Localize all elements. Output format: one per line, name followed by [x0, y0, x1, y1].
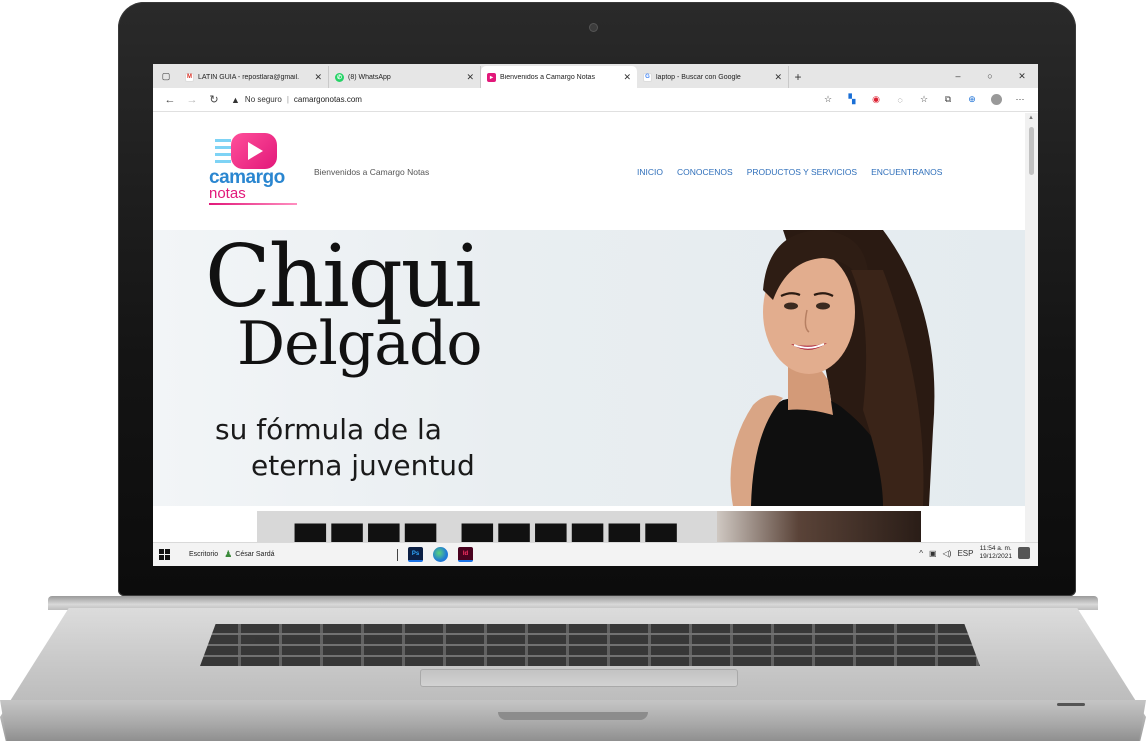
volume-icon[interactable]: ◁): [943, 549, 952, 558]
menu-item-encuentranos[interactable]: ENCUENTRANOS: [871, 167, 942, 177]
main-menu: INICIO CONOCENOS PRODUCTOS Y SERVICIOS E…: [637, 167, 942, 177]
page-scrollbar[interactable]: ▲ ▼: [1025, 113, 1038, 550]
close-tab-icon[interactable]: ✕: [621, 72, 633, 83]
taskbar-divider: [397, 548, 398, 561]
security-label[interactable]: No seguro: [245, 95, 282, 104]
address-bar[interactable]: ▲ No seguro | camargonotas.com: [231, 91, 791, 109]
clock-time: 11:54 a. m.: [979, 545, 1012, 552]
photoshop-icon[interactable]: Ps: [408, 547, 423, 562]
window-controls: – ○ ✕: [942, 64, 1038, 88]
browser-toolbar: ← → ↻ ▲ No seguro | camargonotas.com ☆ ▚…: [153, 88, 1038, 112]
taskbar-desktop-label[interactable]: Escritorio: [189, 551, 218, 558]
taskbar-apps: Ps Id: [397, 547, 473, 562]
forward-arrow-icon[interactable]: →: [181, 94, 203, 106]
windows-start-icon[interactable]: [159, 549, 181, 560]
hero-title-line1: Chiqui: [205, 230, 482, 327]
extension-icon[interactable]: ▚: [840, 94, 864, 105]
taskbar-clock[interactable]: 11:54 a. m. 19/12/2021: [979, 545, 1012, 561]
url-text[interactable]: camargonotas.com: [294, 95, 362, 104]
hero-subtitle-line2: eterna juventud: [251, 449, 475, 482]
close-tab-icon[interactable]: ✕: [312, 72, 324, 83]
status-led: [1057, 703, 1085, 706]
indesign-icon[interactable]: Id: [458, 547, 473, 562]
laptop-base-lip: [0, 700, 1146, 741]
collections-icon[interactable]: ⧉: [936, 94, 960, 105]
favorites-icon[interactable]: ☆: [912, 94, 936, 105]
tab-whatsapp[interactable]: ✆ (8) WhatsApp ✕: [329, 66, 481, 88]
new-tab-button[interactable]: +: [789, 66, 807, 88]
tab-camargo-notas[interactable]: ▸ Bienvenidos a Camargo Notas ✕: [481, 66, 637, 88]
web-page: camargo notas Bienvenidos a Camargo Nota…: [153, 113, 1025, 550]
tab-label: (8) WhatsApp: [348, 73, 391, 81]
back-arrow-icon[interactable]: ←: [159, 94, 181, 106]
extension-icon[interactable]: ◌: [888, 95, 912, 105]
hero-title-line2: Delgado: [237, 309, 483, 379]
hero-banner[interactable]: Chiqui Delgado su fórmula de la eterna j…: [153, 230, 1025, 506]
tab-label: LATIN GUIA - repostlara@gmail.: [198, 73, 300, 81]
webcam: [590, 24, 597, 31]
taskbar-user-label[interactable]: César Sardá: [235, 551, 274, 558]
scroll-thumb[interactable]: [1029, 127, 1034, 175]
site-header: camargo notas Bienvenidos a Camargo Nota…: [153, 113, 1025, 230]
chevron-up-icon[interactable]: ^: [919, 549, 923, 558]
browser-tab-strip: ▢ M LATIN GUIA - repostlara@gmail. ✕ ✆ (…: [153, 64, 1038, 88]
reload-icon[interactable]: ↻: [203, 93, 225, 106]
toolbar-icons: ☆ ▚ ◉ ◌ ☆ ⧉ ⊕ ⋯: [816, 94, 1032, 106]
camargo-notas-icon: ▸: [487, 72, 496, 82]
add-favorite-icon[interactable]: ☆: [816, 94, 840, 105]
close-tab-icon[interactable]: ✕: [464, 72, 476, 83]
minimize-button[interactable]: –: [942, 71, 974, 81]
system-tray: ^ ▣ ◁) ESP 11:54 a. m. 19/12/2021: [919, 545, 1030, 561]
close-window-button[interactable]: ✕: [1006, 71, 1038, 82]
restore-button[interactable]: ○: [974, 71, 1006, 81]
language-indicator[interactable]: ESP: [957, 549, 973, 558]
laptop-hinge: [48, 596, 1098, 610]
downloads-icon[interactable]: ⊕: [960, 94, 984, 105]
edge-browser-icon[interactable]: [433, 547, 448, 562]
google-icon: G: [643, 72, 652, 82]
clock-date: 19/12/2021: [979, 553, 1012, 561]
scroll-up-icon[interactable]: ▲: [1028, 115, 1034, 121]
trackpad: [420, 669, 738, 687]
close-tab-icon[interactable]: ✕: [772, 72, 784, 83]
tab-google[interactable]: G laptop - Buscar con Google ✕: [637, 66, 789, 88]
lid-notch: [498, 712, 648, 720]
network-icon[interactable]: ▣: [929, 549, 937, 558]
tab-gmail[interactable]: M LATIN GUIA - repostlara@gmail. ✕: [179, 66, 329, 88]
menu-item-conocenos[interactable]: CONOCENOS: [677, 167, 733, 177]
logo-word-notas: notas: [209, 185, 246, 202]
whatsapp-icon: ✆: [335, 72, 344, 82]
gmail-icon: M: [185, 72, 194, 82]
address-divider: |: [286, 95, 289, 104]
windows-taskbar: Escritorio ♟ César Sardá Ps Id ^ ▣ ◁) ES…: [153, 542, 1038, 566]
tab-label: laptop - Buscar con Google: [656, 73, 741, 81]
warning-icon: ▲: [231, 94, 240, 105]
user-icon[interactable]: ♟: [224, 549, 232, 560]
laptop-screen: ▢ M LATIN GUIA - repostlara@gmail. ✕ ✆ (…: [153, 64, 1038, 566]
tab-label: Bienvenidos a Camargo Notas: [500, 73, 595, 81]
menu-item-productos-y-servicios[interactable]: PRODUCTOS Y SERVICIOS: [747, 167, 857, 177]
extension-icon[interactable]: ◉: [864, 94, 888, 105]
site-logo[interactable]: camargo notas: [209, 133, 301, 215]
hero-subtitle-line1: su fórmula de la: [215, 413, 442, 446]
logo-speed-lines: [215, 139, 231, 163]
keyboard: [200, 624, 980, 666]
site-tagline: Bienvenidos a Camargo Notas: [314, 167, 430, 177]
tab-actions-icon[interactable]: ▢: [153, 64, 179, 88]
model-photo: [730, 230, 935, 506]
profile-icon[interactable]: [984, 94, 1008, 106]
menu-item-inicio[interactable]: INICIO: [637, 167, 663, 177]
more-menu-icon[interactable]: ⋯: [1008, 94, 1032, 105]
logo-underline: [209, 203, 297, 205]
notification-icon[interactable]: [1018, 547, 1030, 560]
play-icon: [231, 133, 277, 169]
